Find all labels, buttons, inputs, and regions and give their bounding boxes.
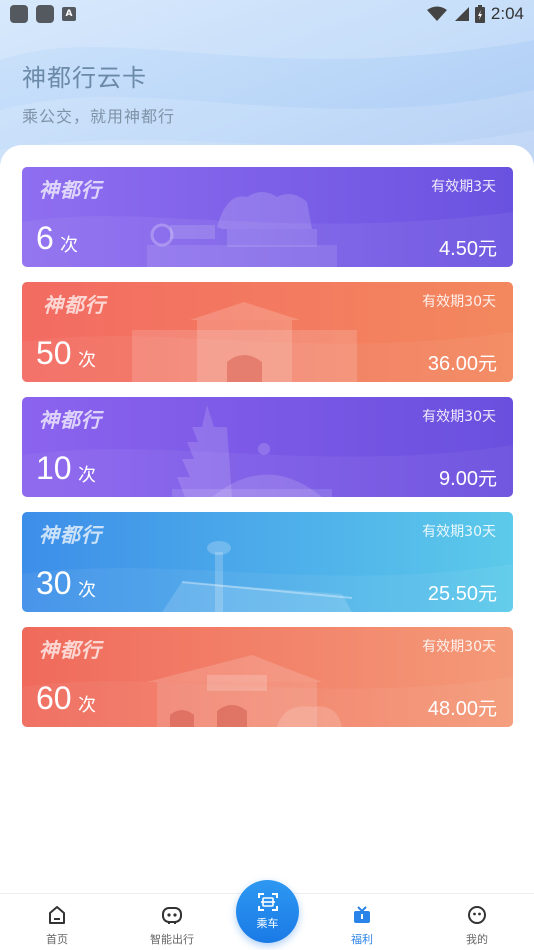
card-ride-count: 10	[36, 450, 72, 486]
card-ride-count: 30	[36, 565, 72, 601]
card-ride-count: 6	[36, 220, 54, 256]
nav-label: 智能出行	[150, 933, 194, 946]
ride-card[interactable]: 神都行 有效期30天 30 次 25.50元	[22, 512, 513, 612]
price-currency: 元	[477, 583, 497, 605]
status-time: 2:04	[490, 4, 524, 23]
card-brand: 神都行	[39, 523, 102, 547]
card-list: 神都行 有效期3天 6 次 4.50元 神都行 有效期30天 50 次 36.0…	[0, 145, 534, 895]
card-brand: 神都行	[39, 638, 102, 662]
card-count-unit: 次	[78, 465, 96, 486]
card-count-unit: 次	[78, 580, 96, 601]
app-icon	[36, 5, 54, 23]
card-price: 25.50元	[428, 579, 497, 606]
a-icon: A	[62, 7, 76, 21]
price-value: 9.00	[439, 468, 478, 490]
nav-label: 我的	[466, 933, 488, 946]
signal-icon	[454, 7, 469, 21]
ride-button[interactable]: 乘车	[236, 880, 299, 943]
ride-card[interactable]: 神都行 有效期30天 60 次 48.00元	[22, 627, 513, 727]
card-ride-count: 50	[36, 335, 72, 371]
smile-icon	[468, 906, 486, 924]
card-validity: 有效期30天	[422, 524, 496, 540]
card-count-unit: 次	[78, 695, 96, 716]
nav-item-home[interactable]: 首页	[17, 894, 97, 950]
card-price: 9.00元	[439, 464, 497, 491]
card-validity: 有效期3天	[431, 179, 496, 195]
ride-card[interactable]: 神都行 有效期3天 6 次 4.50元	[22, 167, 513, 267]
nav-label: 福利	[351, 933, 373, 946]
card-brand: 神都行	[43, 293, 106, 317]
price-currency: 元	[477, 468, 497, 490]
ride-button-label: 乘车	[256, 917, 279, 930]
card-price: 4.50元	[439, 234, 497, 261]
status-bar: A 2:04	[0, 0, 534, 28]
page-title: 神都行云卡	[22, 64, 147, 92]
price-value: 25.50	[427, 583, 478, 605]
card-ride-count: 60	[36, 680, 72, 716]
card-validity: 有效期30天	[422, 294, 496, 310]
gift-icon	[354, 906, 370, 923]
robot-icon	[162, 907, 182, 924]
nav-item-benefits[interactable]: 福利	[322, 894, 402, 950]
card-price: 48.00元	[428, 694, 497, 721]
card-price: 36.00元	[428, 349, 497, 376]
battery-icon	[474, 5, 485, 23]
card-validity: 有效期30天	[422, 639, 496, 655]
card-count-unit: 次	[60, 235, 78, 256]
price-currency: 元	[477, 238, 497, 260]
price-currency: 元	[477, 698, 497, 720]
price-value: 36.00	[427, 353, 478, 375]
ride-card[interactable]: 神都行 有效期30天 10 次 9.00元	[22, 397, 513, 497]
price-currency: 元	[477, 353, 497, 375]
card-count-unit: 次	[78, 350, 96, 371]
ride-card[interactable]: 神都行 有效期30天 50 次 36.00元	[22, 282, 513, 382]
page-subtitle: 乘公交，就用神都行	[22, 107, 176, 126]
nav-item-mine[interactable]: 我的	[437, 894, 517, 950]
nav-label: 首页	[46, 933, 68, 946]
card-brand: 神都行	[39, 408, 102, 432]
home-icon	[49, 906, 65, 924]
nav-item-smart-travel[interactable]: 智能出行	[132, 894, 212, 950]
price-value: 4.50	[439, 238, 478, 260]
scan-icon	[257, 893, 278, 911]
wifi-icon	[426, 6, 447, 21]
app-icon	[10, 5, 28, 23]
card-validity: 有效期30天	[422, 409, 496, 425]
price-value: 48.00	[427, 698, 478, 720]
card-brand: 神都行	[39, 178, 102, 202]
